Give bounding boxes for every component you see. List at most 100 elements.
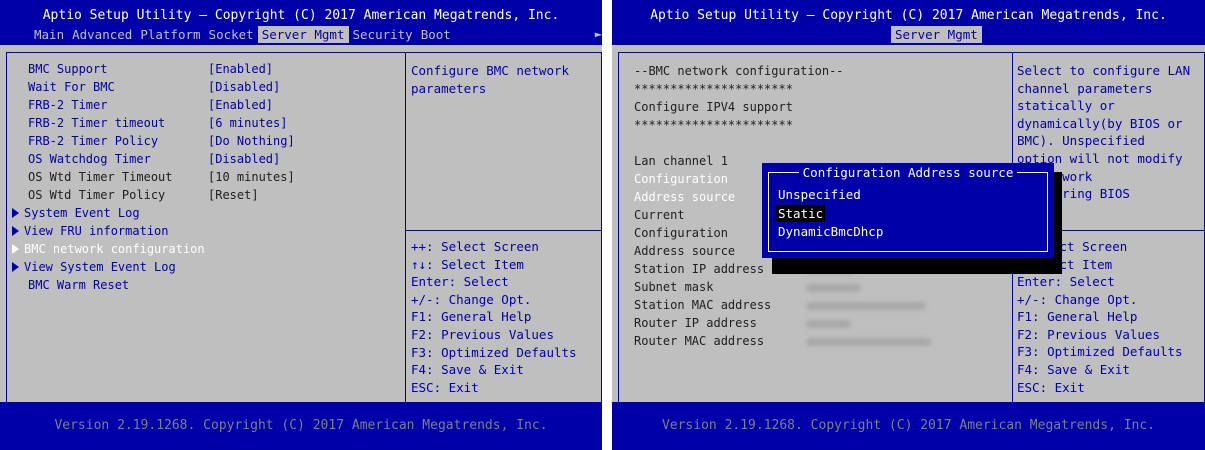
setting-label: BMC Support xyxy=(28,62,108,76)
setting-os-watchdog-timer[interactable]: OS Watchdog Timer [Disabled] xyxy=(16,150,401,168)
tab-boot[interactable]: Boot xyxy=(417,26,455,43)
separator-text: ********************** xyxy=(634,118,793,132)
submenu-arrow-icon xyxy=(12,240,23,258)
tab-advanced[interactable]: Advanced xyxy=(68,26,136,43)
separator-line: ********************** xyxy=(634,80,1009,98)
setting-bmc-support[interactable]: BMC Support [Enabled] xyxy=(16,60,401,78)
setting-label: Router IP address xyxy=(634,316,757,330)
blurred-value xyxy=(806,314,851,332)
setting-label: OS Watchdog Timer xyxy=(28,152,151,166)
setting-frb2-timer[interactable]: FRB-2 Timer [Enabled] xyxy=(16,96,401,114)
submenu-label: System Event Log xyxy=(24,206,140,220)
setting-os-wtd-timer-policy: OS Wtd Timer Policy [Reset] xyxy=(16,186,401,204)
action-bmc-warm-reset[interactable]: BMC Warm Reset xyxy=(16,276,401,294)
setting-value[interactable]: [Enabled] xyxy=(208,96,273,114)
setting-label: FRB-2 Timer xyxy=(28,98,108,112)
tab-socket[interactable]: Socket xyxy=(205,26,258,43)
key-save-exit: F4: Save & Exit xyxy=(1017,361,1130,377)
setting-label: Address source xyxy=(634,244,736,258)
setting-value[interactable]: [6 minutes] xyxy=(208,114,287,132)
setting-label: Configuration xyxy=(634,172,728,186)
key-select-screen: ect Screen xyxy=(1052,239,1128,254)
setting-label: FRB-2 Timer Policy xyxy=(28,134,159,148)
setting-wait-for-bmc[interactable]: Wait For BMC [Disabled] xyxy=(16,78,401,96)
key-select-screen: ++: Select Screen xyxy=(411,239,539,254)
setting-label: OS Wtd Timer Policy xyxy=(28,188,166,202)
app-title: Aptio Setup Utility – Copyright (C) 2017… xyxy=(42,8,560,23)
section-heading: --BMC network configuration-- xyxy=(634,62,1009,80)
submenu-bmc-network-configuration[interactable]: BMC network configuration xyxy=(12,240,401,258)
submenu-arrow-icon xyxy=(12,258,23,276)
bios-screen-main: Aptio Setup Utility – Copyright (C) 2017… xyxy=(0,0,602,450)
setting-label: FRB-2 Timer timeout xyxy=(28,116,166,130)
tab-server-mgmt[interactable]: Server Mgmt xyxy=(891,26,982,43)
key-general-help: F1: General Help xyxy=(411,309,532,325)
key-save-exit: F4: Save & Exit xyxy=(411,362,524,378)
subsection-heading: Configure IPV4 support xyxy=(634,98,1009,116)
setting-label: OS Wtd Timer Timeout xyxy=(28,170,173,184)
key-general-help: F1: General Help xyxy=(1017,309,1138,325)
setting-label: Wait For BMC xyxy=(28,80,115,94)
blurred-value xyxy=(806,332,931,350)
separator-line: ********************** xyxy=(634,116,1009,134)
tab-server-mgmt[interactable]: Server Mgmt xyxy=(257,26,349,43)
panel-divider xyxy=(405,52,406,421)
setting-value[interactable]: [Disabled] xyxy=(208,150,280,168)
submenu-label: View FRU information xyxy=(24,224,169,238)
key-legend: ect Screen ect Item xyxy=(1052,238,1127,273)
key-select-item: ↑↓: Select Item xyxy=(411,256,524,272)
key-select-item: ect Item xyxy=(1052,256,1113,272)
key-exit: ESC: Exit xyxy=(1017,379,1085,395)
footer-bar: Version 2.19.1268. Copyright (C) 2017 Am… xyxy=(612,402,1205,450)
tab-security[interactable]: Security xyxy=(349,26,417,43)
popup-shadow xyxy=(772,257,1052,274)
app-title: Aptio Setup Utility – Copyright (C) 2017… xyxy=(650,8,1167,23)
popup-title-text: Configuration Address source xyxy=(798,165,1018,180)
blurred-value xyxy=(806,278,861,296)
setting-value: [10 minutes] xyxy=(208,170,295,184)
submenu-view-fru-information[interactable]: View FRU information xyxy=(12,222,401,240)
action-label: BMC Warm Reset xyxy=(28,278,130,292)
key-optimized-defaults: F3: Optimized Defaults xyxy=(411,344,577,360)
version-text: Version 2.19.1268. Copyright (C) 2017 Am… xyxy=(661,418,1156,433)
setting-os-wtd-timer-timeout: OS Wtd Timer Timeout [10 minutes] xyxy=(16,168,401,186)
setting-value[interactable]: [Do Nothing] xyxy=(208,132,295,150)
key-change-opt: +/-: Change Opt. xyxy=(1017,291,1138,307)
section-heading-text: --BMC network configuration-- xyxy=(634,64,844,78)
title-bar: Aptio Setup Utility – Copyright (C) 2017… xyxy=(0,0,602,45)
key-legend-lower: Enter: Select +/-: Change Opt. F1: Gener… xyxy=(1017,273,1183,396)
popup-title: Configuration Address source xyxy=(762,165,1054,180)
setting-value[interactable]: [Disabled] xyxy=(208,78,280,96)
setting-value[interactable]: [Enabled] xyxy=(208,60,273,78)
option-unspecified[interactable]: Unspecified xyxy=(776,186,863,203)
submenu-arrow-icon xyxy=(12,204,23,222)
setting-frb2-timer-policy[interactable]: FRB-2 Timer Policy [Do Nothing] xyxy=(16,132,401,150)
version-text: Version 2.19.1268. Copyright (C) 2017 Am… xyxy=(54,418,548,433)
bios-screen-bmc-network: Aptio Setup Utility – Copyright (C) 2017… xyxy=(612,0,1205,450)
setting-label: Current xyxy=(634,208,685,222)
readonly-router-ip: Router IP address xyxy=(634,314,1009,332)
setting-label: Station MAC address xyxy=(634,298,772,312)
settings-list: BMC Support [Enabled] Wait For BMC [Disa… xyxy=(12,60,401,420)
tab-platform[interactable]: Platform xyxy=(136,26,204,43)
help-divider xyxy=(405,230,602,231)
tab-scroll-right-icon[interactable]: ► xyxy=(595,27,602,41)
key-enter: Enter: Select xyxy=(411,274,509,290)
submenu-view-system-event-log[interactable]: View System Event Log xyxy=(12,258,401,276)
readonly-router-mac: Router MAC address xyxy=(634,332,1009,350)
setting-value: [Reset] xyxy=(208,188,259,202)
setting-label: Configuration xyxy=(634,226,728,240)
footer-bar: Version 2.19.1268. Copyright (C) 2017 Am… xyxy=(0,402,602,450)
tab-main[interactable]: Main xyxy=(30,26,68,43)
option-dynamic-bmc-dhcp[interactable]: DynamicBmcDhcp xyxy=(776,223,885,240)
separator-text: ********************** xyxy=(634,82,793,96)
submenu-label: View System Event Log xyxy=(24,260,176,274)
submenu-system-event-log[interactable]: System Event Log xyxy=(12,204,401,222)
option-static[interactable]: Static xyxy=(776,205,826,222)
setting-frb2-timer-timeout[interactable]: FRB-2 Timer timeout [6 minutes] xyxy=(16,114,401,132)
lan-channel-text: Lan channel 1 xyxy=(634,154,728,168)
submenu-label: BMC network configuration xyxy=(24,242,205,256)
blurred-value xyxy=(806,296,926,314)
help-text: Configure BMC network parameters xyxy=(411,63,570,96)
key-enter: Enter: Select xyxy=(1017,274,1115,289)
